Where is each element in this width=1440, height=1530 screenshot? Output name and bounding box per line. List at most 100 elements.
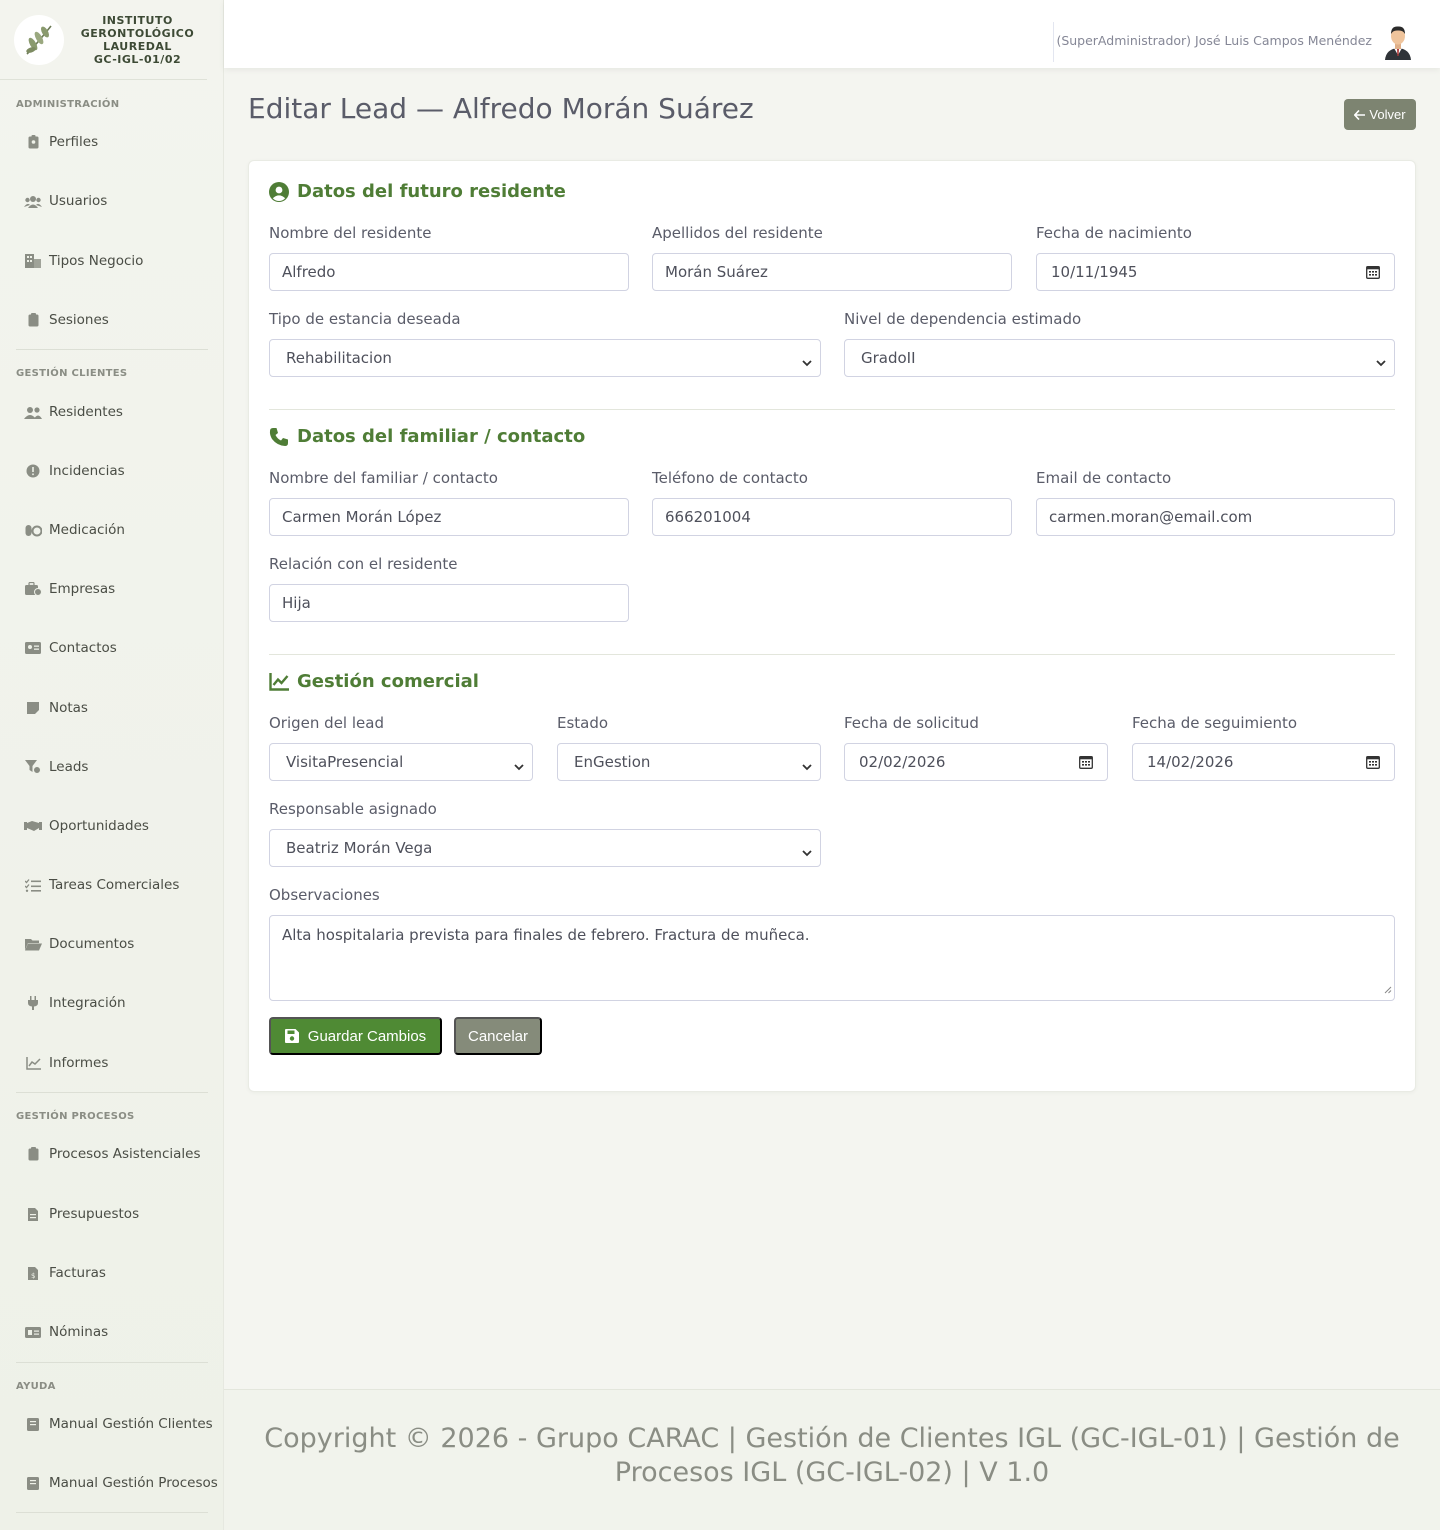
users-icon	[24, 193, 42, 209]
sidebar-item-nominas[interactable]: Nóminas	[24, 1320, 108, 1344]
sidebar-item-manual-gestion-clientes[interactable]: Manual Gestión Clientes	[24, 1412, 213, 1436]
estado-select[interactable]: EnGestion	[557, 743, 821, 781]
sticky-note-icon	[24, 700, 42, 716]
sidebar-item-tipos-negocio[interactable]: Tipos Negocio	[24, 249, 143, 273]
sidebar-item-procesos-asistenciales[interactable]: Procesos Asistenciales	[24, 1142, 201, 1166]
section-title-resident: Datos del futuro residente	[269, 181, 566, 202]
id-badge-icon	[24, 134, 42, 150]
nombre-residente-label: Nombre del residente	[269, 224, 432, 242]
fecha-solicitud-input[interactable]: 02/02/2026	[844, 743, 1108, 781]
fecha-seguimiento-label: Fecha de seguimiento	[1132, 714, 1298, 732]
pills-icon	[24, 522, 42, 538]
input-value: carmen.moran@email.com	[1049, 508, 1253, 526]
fecha-seguimiento-input[interactable]: 14/02/2026	[1132, 743, 1395, 781]
relacion-residente-label: Relación con el residente	[269, 555, 458, 573]
sidebar-heading-gestion-clientes: GESTIÓN CLIENTES	[16, 368, 128, 379]
sidebar-heading-administracion: ADMINISTRACIÓN	[16, 99, 120, 110]
sidebar-item-empresas[interactable]: Empresas	[24, 577, 115, 601]
sidebar-item-medicacion[interactable]: Medicación	[24, 518, 125, 542]
input-value: 666201004	[665, 508, 751, 526]
user-name[interactable]: (SuperAdministrador) José Luis Campos Me…	[1056, 33, 1372, 48]
estado-label: Estado	[557, 714, 609, 732]
user-friends-icon	[24, 404, 42, 420]
sidebar-item-documentos[interactable]: Documentos	[24, 932, 134, 956]
apellidos-residente-input[interactable]: Morán Suárez	[652, 253, 1012, 291]
book-icon	[24, 1475, 42, 1491]
input-value: Hija	[282, 594, 311, 612]
calendar-icon[interactable]	[1366, 265, 1380, 283]
telefono-contacto-label: Teléfono de contacto	[652, 469, 808, 487]
save-button-label: Guardar Cambios	[307, 1027, 427, 1045]
origen-lead-select[interactable]: VisitaPresencial	[269, 743, 533, 781]
clipboard-icon	[24, 1146, 42, 1162]
select-value: VisitaPresencial	[286, 753, 404, 771]
sidebar-item-tareas-comerciales[interactable]: Tareas Comerciales	[24, 873, 179, 897]
sidebar-heading-ayuda: AYUDA	[16, 1381, 56, 1392]
calendar-icon[interactable]	[1366, 755, 1380, 773]
sidebar-item-presupuestos[interactable]: Presupuestos	[24, 1202, 139, 1226]
section-title-text: Datos del futuro residente	[297, 181, 566, 202]
cancel-button[interactable]: Cancelar	[454, 1017, 542, 1055]
tipo-estancia-select[interactable]: Rehabilitacion	[269, 339, 821, 377]
handshake-icon	[24, 818, 42, 834]
sidebar-item-informes[interactable]: Informes	[24, 1051, 108, 1075]
sidebar-item-label: Notas	[49, 700, 88, 716]
calendar-icon[interactable]	[1079, 755, 1093, 773]
resize-grip-icon[interactable]	[1384, 980, 1392, 998]
fecha-nacimiento-label: Fecha de nacimiento	[1036, 224, 1192, 242]
observaciones-label: Observaciones	[269, 886, 380, 904]
funnel-icon	[24, 759, 42, 775]
email-contacto-input[interactable]: carmen.moran@email.com	[1036, 498, 1395, 536]
sidebar-item-label: Tipos Negocio	[49, 253, 144, 269]
fecha-solicitud-label: Fecha de solicitud	[844, 714, 979, 732]
sidebar-item-residentes[interactable]: Residentes	[24, 400, 123, 424]
sidebar-item-integracion[interactable]: Integración	[24, 991, 126, 1015]
chart-line-icon	[24, 1055, 42, 1071]
sidebar-item-perfiles[interactable]: Perfiles	[24, 130, 98, 154]
telefono-contacto-input[interactable]: 666201004	[652, 498, 1012, 536]
sidebar-item-facturas[interactable]: $ Facturas	[24, 1261, 106, 1285]
sidebar-item-label: Leads	[49, 759, 89, 775]
nombre-familiar-input[interactable]: Carmen Morán López	[269, 498, 629, 536]
fecha-nacimiento-input[interactable]: 10/11/1945	[1036, 253, 1395, 291]
save-button[interactable]: Guardar Cambios	[269, 1017, 442, 1055]
folder-open-icon	[24, 936, 42, 952]
sidebar-item-manual-gestion-procesos[interactable]: Manual Gestión Procesos	[24, 1471, 218, 1495]
topbar: (SuperAdministrador) José Luis Campos Me…	[224, 0, 1440, 68]
chevron-down-icon	[802, 843, 812, 861]
sidebar-item-contactos[interactable]: Contactos	[24, 636, 117, 660]
sidebar-item-label: Manual Gestión Procesos	[49, 1475, 218, 1491]
sidebar-item-sesiones[interactable]: Sesiones	[24, 308, 109, 332]
brand[interactable]: INSTITUTO GERONTOLÓGICO LAUREDAL GC-IGL-…	[0, 0, 207, 80]
nombre-residente-input[interactable]: Alfredo	[269, 253, 629, 291]
brand-line: GERONTOLÓGICO	[80, 26, 195, 40]
sidebar-item-label: Documentos	[49, 936, 135, 952]
sidebar-item-label: Residentes	[49, 404, 123, 420]
relacion-residente-input[interactable]: Hija	[269, 584, 629, 622]
money-check-icon	[24, 1324, 42, 1340]
user-circle-icon	[269, 181, 289, 202]
footer: Copyright © 2026 - Grupo CARAC | Gestión…	[224, 1389, 1440, 1530]
back-button[interactable]: Volver	[1344, 99, 1416, 130]
sidebar-item-label: Usuarios	[49, 193, 108, 209]
brand-line: INSTITUTO	[102, 13, 173, 27]
input-value: Alfredo	[282, 263, 336, 281]
sidebar-item-label: Presupuestos	[49, 1206, 140, 1222]
back-button-label: Volver	[1369, 107, 1406, 122]
sidebar-item-label: Informes	[49, 1055, 109, 1071]
save-icon	[284, 1029, 299, 1043]
sidebar-divider	[16, 349, 208, 350]
cancel-button-label: Cancelar	[467, 1027, 529, 1045]
sidebar-item-leads[interactable]: Leads	[24, 755, 88, 779]
responsable-select[interactable]: Beatriz Morán Vega	[269, 829, 821, 867]
sidebar-item-label: Facturas	[49, 1265, 106, 1281]
sidebar-item-notas[interactable]: Notas	[24, 696, 88, 720]
sidebar-item-incidencias[interactable]: Incidencias	[24, 459, 125, 483]
avatar[interactable]	[1382, 24, 1414, 60]
section-title-text: Datos del familiar / contacto	[297, 426, 586, 447]
topbar-divider	[1053, 22, 1054, 62]
sidebar-item-oportunidades[interactable]: Oportunidades	[24, 814, 149, 838]
observaciones-textarea[interactable]: Alta hospitalaria prevista para finales …	[269, 915, 1395, 1001]
nivel-dependencia-select[interactable]: GradoII	[844, 339, 1395, 377]
sidebar-item-usuarios[interactable]: Usuarios	[24, 189, 107, 213]
